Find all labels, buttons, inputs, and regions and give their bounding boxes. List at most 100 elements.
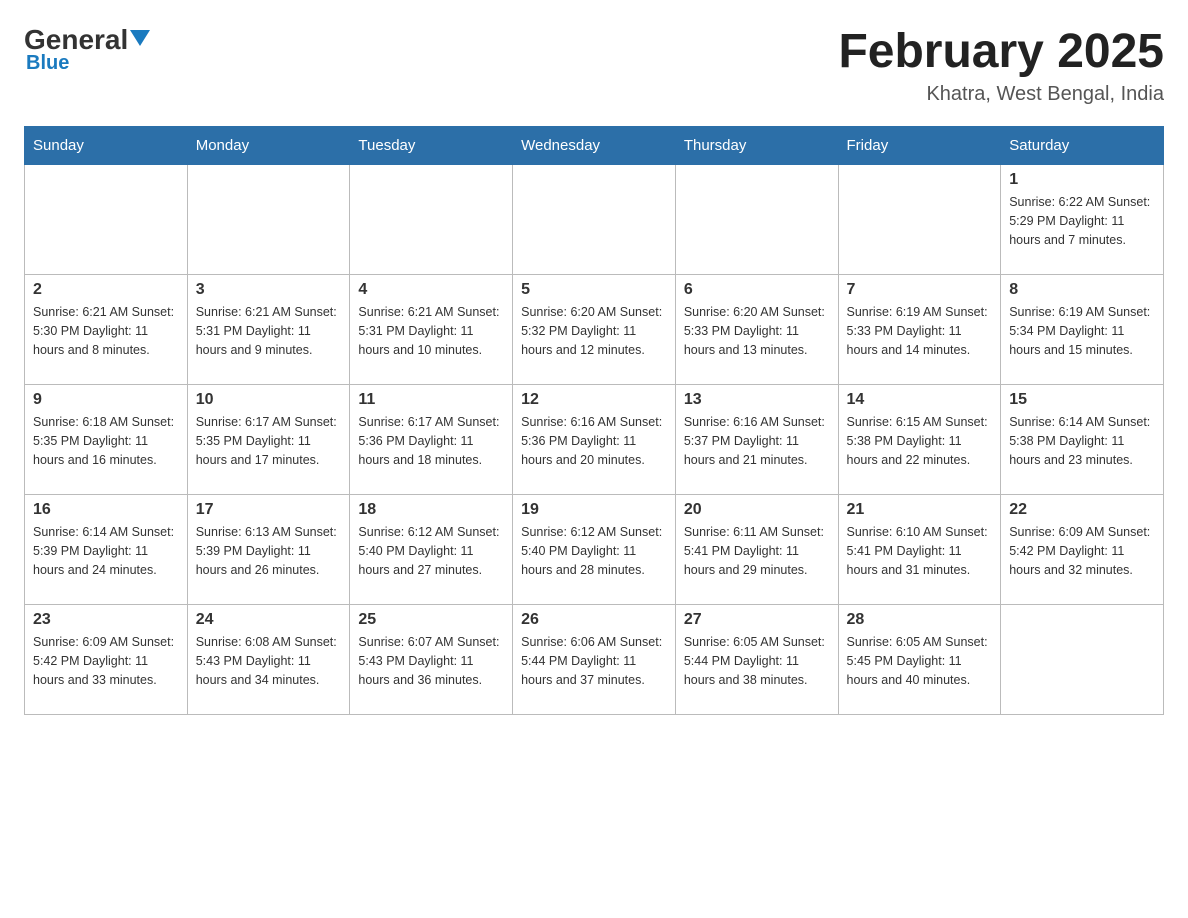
calendar-cell: 10 Sunrise: 6:17 AM Sunset: 5:35 PM Dayli…: [187, 385, 350, 495]
week-row-1: 1 Sunrise: 6:22 AM Sunset: 5:29 PM Daylig…: [25, 165, 1164, 275]
day-header-thursday: Thursday: [675, 127, 838, 165]
day-number: 8: [1009, 281, 1155, 299]
page-header: General Blue February 2025 Khatra, West …: [24, 24, 1164, 106]
day-header-sunday: Sunday: [25, 127, 188, 165]
day-info: Sunrise: 6:22 AM Sunset: 5:29 PM Dayligh…: [1009, 193, 1155, 249]
calendar-cell: 13 Sunrise: 6:16 AM Sunset: 5:37 PM Dayli…: [675, 385, 838, 495]
day-info: Sunrise: 6:21 AM Sunset: 5:31 PM Dayligh…: [196, 303, 342, 359]
week-row-2: 2 Sunrise: 6:21 AM Sunset: 5:30 PM Daylig…: [25, 275, 1164, 385]
calendar-cell: 20Sunrise: 6:11 AM Sunset: 5:41 PM Dayli…: [675, 495, 838, 605]
calendar-cell: 23 Sunrise: 6:09 AM Sunset: 5:42 PM Dayli…: [25, 605, 188, 715]
day-info: Sunrise: 6:14 AM Sunset: 5:39 PM Dayligh…: [33, 523, 179, 579]
day-number: 17: [196, 501, 342, 519]
day-info: Sunrise: 6:18 AM Sunset: 5:35 PM Dayligh…: [33, 413, 179, 469]
calendar-cell: 19 Sunrise: 6:12 AM Sunset: 5:40 PM Dayli…: [513, 495, 676, 605]
day-number: 6: [684, 281, 830, 299]
day-info: Sunrise: 6:16 AM Sunset: 5:37 PM Dayligh…: [684, 413, 830, 469]
calendar-cell: 25 Sunrise: 6:07 AM Sunset: 5:43 PM Dayli…: [350, 605, 513, 715]
calendar-cell: 7Sunrise: 6:19 AM Sunset: 5:33 PM Daylig…: [838, 275, 1001, 385]
day-info: Sunrise: 6:14 AM Sunset: 5:38 PM Dayligh…: [1009, 413, 1155, 469]
calendar-cell: 8 Sunrise: 6:19 AM Sunset: 5:34 PM Daylig…: [1001, 275, 1164, 385]
day-info: Sunrise: 6:15 AM Sunset: 5:38 PM Dayligh…: [847, 413, 993, 469]
calendar-cell: 12 Sunrise: 6:16 AM Sunset: 5:36 PM Dayli…: [513, 385, 676, 495]
day-info: Sunrise: 6:17 AM Sunset: 5:35 PM Dayligh…: [196, 413, 342, 469]
week-row-5: 23 Sunrise: 6:09 AM Sunset: 5:42 PM Dayli…: [25, 605, 1164, 715]
day-info: Sunrise: 6:07 AM Sunset: 5:43 PM Dayligh…: [358, 633, 504, 689]
day-header-friday: Friday: [838, 127, 1001, 165]
day-number: 23: [33, 611, 179, 629]
week-row-4: 16 Sunrise: 6:14 AM Sunset: 5:39 PM Dayli…: [25, 495, 1164, 605]
day-info: Sunrise: 6:08 AM Sunset: 5:43 PM Dayligh…: [196, 633, 342, 689]
day-info: Sunrise: 6:09 AM Sunset: 5:42 PM Dayligh…: [33, 633, 179, 689]
day-header-saturday: Saturday: [1001, 127, 1164, 165]
day-number: 14: [847, 391, 993, 409]
calendar-cell: [187, 165, 350, 275]
day-header-wednesday: Wednesday: [513, 127, 676, 165]
calendar-cell: 5 Sunrise: 6:20 AM Sunset: 5:32 PM Daylig…: [513, 275, 676, 385]
calendar-cell: [513, 165, 676, 275]
calendar-cell: 28Sunrise: 6:05 AM Sunset: 5:45 PM Dayli…: [838, 605, 1001, 715]
day-number: 9: [33, 391, 179, 409]
day-info: Sunrise: 6:12 AM Sunset: 5:40 PM Dayligh…: [521, 523, 667, 579]
day-number: 2: [33, 281, 179, 299]
day-number: 15: [1009, 391, 1155, 409]
day-info: Sunrise: 6:06 AM Sunset: 5:44 PM Dayligh…: [521, 633, 667, 689]
calendar-cell: [350, 165, 513, 275]
day-number: 25: [358, 611, 504, 629]
calendar-header-row: SundayMondayTuesdayWednesdayThursdayFrid…: [25, 127, 1164, 165]
day-number: 10: [196, 391, 342, 409]
day-number: 18: [358, 501, 504, 519]
calendar-cell: 6Sunrise: 6:20 AM Sunset: 5:33 PM Daylig…: [675, 275, 838, 385]
calendar-cell: [838, 165, 1001, 275]
day-info: Sunrise: 6:05 AM Sunset: 5:45 PM Dayligh…: [847, 633, 993, 689]
day-info: Sunrise: 6:19 AM Sunset: 5:34 PM Dayligh…: [1009, 303, 1155, 359]
day-header-tuesday: Tuesday: [350, 127, 513, 165]
day-number: 16: [33, 501, 179, 519]
day-info: Sunrise: 6:11 AM Sunset: 5:41 PM Dayligh…: [684, 523, 830, 579]
day-number: 12: [521, 391, 667, 409]
day-info: Sunrise: 6:13 AM Sunset: 5:39 PM Dayligh…: [196, 523, 342, 579]
day-number: 3: [196, 281, 342, 299]
day-number: 26: [521, 611, 667, 629]
calendar-subtitle: Khatra, West Bengal, India: [838, 83, 1164, 106]
logo: General Blue: [24, 24, 150, 75]
calendar-cell: 16 Sunrise: 6:14 AM Sunset: 5:39 PM Dayli…: [25, 495, 188, 605]
day-info: Sunrise: 6:16 AM Sunset: 5:36 PM Dayligh…: [521, 413, 667, 469]
day-number: 27: [684, 611, 830, 629]
calendar-cell: 26 Sunrise: 6:06 AM Sunset: 5:44 PM Dayli…: [513, 605, 676, 715]
calendar-cell: 17 Sunrise: 6:13 AM Sunset: 5:39 PM Dayli…: [187, 495, 350, 605]
day-number: 19: [521, 501, 667, 519]
day-number: 13: [684, 391, 830, 409]
day-header-monday: Monday: [187, 127, 350, 165]
calendar-cell: [1001, 605, 1164, 715]
calendar-cell: [25, 165, 188, 275]
day-number: 1: [1009, 171, 1155, 189]
day-number: 21: [847, 501, 993, 519]
calendar-cell: 14 Sunrise: 6:15 AM Sunset: 5:38 PM Dayli…: [838, 385, 1001, 495]
calendar-cell: 27 Sunrise: 6:05 AM Sunset: 5:44 PM Dayli…: [675, 605, 838, 715]
day-info: Sunrise: 6:10 AM Sunset: 5:41 PM Dayligh…: [847, 523, 993, 579]
day-number: 5: [521, 281, 667, 299]
logo-triangle-icon: [130, 30, 150, 46]
calendar-cell: 18Sunrise: 6:12 AM Sunset: 5:40 PM Dayli…: [350, 495, 513, 605]
calendar-cell: 11 Sunrise: 6:17 AM Sunset: 5:36 PM Dayli…: [350, 385, 513, 495]
day-number: 4: [358, 281, 504, 299]
day-number: 11: [358, 391, 504, 409]
calendar-title: February 2025: [838, 24, 1164, 79]
calendar-cell: 3 Sunrise: 6:21 AM Sunset: 5:31 PM Daylig…: [187, 275, 350, 385]
calendar-cell: 22Sunrise: 6:09 AM Sunset: 5:42 PM Dayli…: [1001, 495, 1164, 605]
day-info: Sunrise: 6:21 AM Sunset: 5:30 PM Dayligh…: [33, 303, 179, 359]
logo-blue-text: Blue: [24, 52, 69, 75]
calendar-cell: 15 Sunrise: 6:14 AM Sunset: 5:38 PM Dayli…: [1001, 385, 1164, 495]
calendar-cell: 1 Sunrise: 6:22 AM Sunset: 5:29 PM Daylig…: [1001, 165, 1164, 275]
day-info: Sunrise: 6:05 AM Sunset: 5:44 PM Dayligh…: [684, 633, 830, 689]
title-section: February 2025 Khatra, West Bengal, India: [838, 24, 1164, 106]
day-info: Sunrise: 6:20 AM Sunset: 5:32 PM Dayligh…: [521, 303, 667, 359]
day-info: Sunrise: 6:17 AM Sunset: 5:36 PM Dayligh…: [358, 413, 504, 469]
day-info: Sunrise: 6:21 AM Sunset: 5:31 PM Dayligh…: [358, 303, 504, 359]
calendar-cell: 2 Sunrise: 6:21 AM Sunset: 5:30 PM Daylig…: [25, 275, 188, 385]
week-row-3: 9 Sunrise: 6:18 AM Sunset: 5:35 PM Daylig…: [25, 385, 1164, 495]
calendar-cell: 4 Sunrise: 6:21 AM Sunset: 5:31 PM Daylig…: [350, 275, 513, 385]
calendar-cell: [675, 165, 838, 275]
day-number: 24: [196, 611, 342, 629]
